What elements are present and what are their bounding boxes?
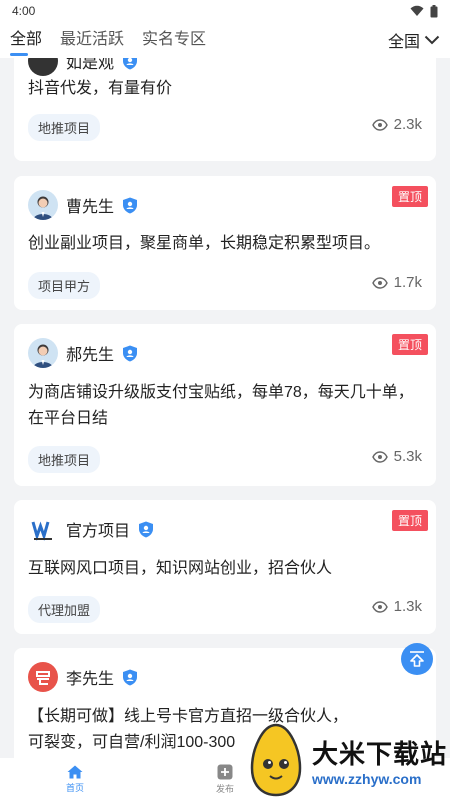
- pinned-badge: 置顶: [391, 334, 428, 355]
- battery-icon: [430, 4, 438, 17]
- verified-shield-icon: [123, 345, 138, 361]
- eye-icon: [371, 276, 388, 289]
- official-logo: [28, 514, 58, 544]
- post-card[interactable]: 置顶 郝先生 为商店铺设升级版支付宝贴纸，每单78，每天几十单，在平台日结 地推…: [14, 324, 436, 486]
- watermark-title: 大米下载站: [312, 738, 448, 769]
- view-count: 2.3k: [371, 116, 422, 133]
- eye-icon: [371, 450, 388, 463]
- verified-shield-icon: [123, 58, 138, 69]
- post-content: 互联网风口项目，知识网站创业，招合伙人: [28, 560, 333, 577]
- avatar: [28, 190, 58, 220]
- category-tag: 地推项目: [28, 446, 101, 473]
- poster-name: 官方项目: [66, 523, 131, 540]
- post-content: 为商店铺设升级版支付宝贴纸，每单78，每天几十单，在平台日结: [28, 384, 414, 427]
- site-watermark: 大米下载站 www.zzhyw.com: [248, 720, 450, 800]
- verified-shield-icon: [123, 197, 138, 213]
- add-post-icon: [217, 764, 233, 779]
- home-icon: [67, 765, 83, 778]
- arrow-up-icon: [410, 651, 424, 667]
- category-tag: 代理加盟: [28, 596, 101, 623]
- nav-publish-label: 发布: [215, 783, 234, 794]
- view-count-value: 1.7k: [393, 274, 422, 291]
- tab-all[interactable]: 全部: [10, 22, 42, 58]
- nav-home[interactable]: 首页: [0, 758, 150, 800]
- poster-name: 李先生: [66, 671, 115, 688]
- filter-tab-bar: 全部 最近活跃 实名专区 全国: [0, 22, 450, 58]
- post-card[interactable]: 置顶 官方项目 互联网风口项目，知识网站创业，招合伙人 代理加盟 1.3k: [14, 500, 436, 634]
- eye-icon: [371, 118, 388, 131]
- mascot-logo: [250, 723, 302, 797]
- wifi-icon: [410, 5, 424, 16]
- back-to-top-button[interactable]: [401, 643, 433, 675]
- poster-name: 如是观: [66, 58, 115, 72]
- region-label: 全国: [387, 34, 420, 51]
- status-time: 4:00: [12, 4, 36, 18]
- watermark-url: www.zzhyw.com: [312, 770, 422, 787]
- avatar: [28, 662, 58, 692]
- category-tag: 项目甲方: [28, 272, 101, 299]
- pinned-badge: 置顶: [391, 510, 428, 531]
- avatar: [28, 338, 58, 368]
- chevron-down-icon: [424, 35, 440, 45]
- region-selector[interactable]: 全国: [388, 28, 440, 52]
- view-count-value: 1.3k: [393, 598, 422, 615]
- view-count-value: 2.3k: [393, 116, 422, 133]
- poster-name: 郝先生: [66, 347, 115, 364]
- post-content: 创业副业项目，聚星商单，长期稳定积累型项目。: [28, 235, 381, 252]
- tab-recently-active[interactable]: 最近活跃: [60, 22, 124, 58]
- category-tag: 地推项目: [28, 114, 101, 141]
- post-card[interactable]: 置顶 曹先生 创业副业项目，聚星商单，长期稳定积累型项目。 项目甲方 1.7k: [14, 176, 436, 310]
- verified-shield-icon: [123, 669, 138, 685]
- poster-name: 曹先生: [66, 199, 115, 216]
- nav-home-label: 首页: [65, 782, 84, 793]
- verified-shield-icon: [139, 521, 154, 537]
- status-bar: 4:00: [0, 0, 450, 22]
- view-count: 1.3k: [371, 598, 422, 615]
- tab-verified[interactable]: 实名专区: [142, 22, 206, 58]
- avatar: [28, 58, 58, 76]
- pinned-badge: 置顶: [391, 186, 428, 207]
- view-count: 5.3k: [371, 448, 422, 465]
- post-feed: 如是观 抖音代发，有量有价 地推项目 2.3k 置顶 曹先生 创业副业项目，聚星…: [0, 58, 450, 758]
- view-count-value: 5.3k: [393, 448, 422, 465]
- post-card[interactable]: 如是观 抖音代发，有量有价 地推项目 2.3k: [14, 58, 436, 161]
- view-count: 1.7k: [371, 274, 422, 291]
- post-content: 抖音代发，有量有价: [28, 80, 173, 97]
- eye-icon: [371, 600, 388, 613]
